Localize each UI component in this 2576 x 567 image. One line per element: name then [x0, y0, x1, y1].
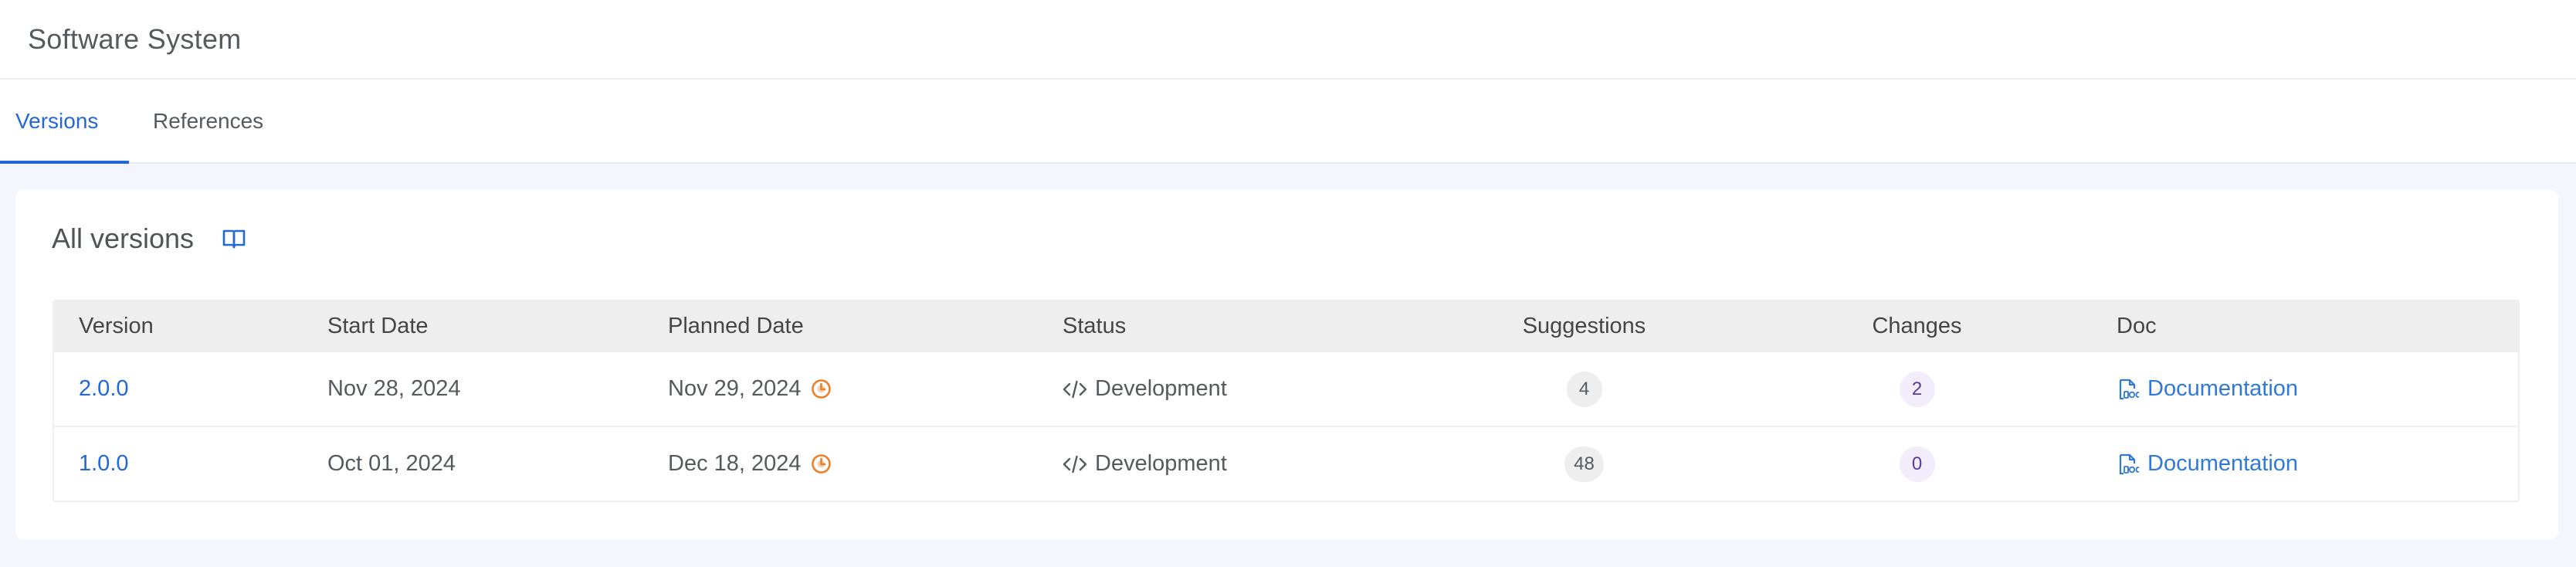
- column-header-planned-date[interactable]: Planned Date: [668, 314, 1063, 339]
- section-header: All versions: [52, 222, 246, 255]
- document-icon: [2117, 378, 2140, 401]
- table-row: 1.0.0 Oct 01, 2024 Dec 18, 2024 Developm…: [54, 426, 2518, 501]
- documentation-label: Documentation: [2147, 376, 2299, 401]
- version-link[interactable]: 1.0.0: [79, 451, 129, 477]
- code-icon: [1063, 379, 1087, 400]
- start-date-cell: Oct 01, 2024: [327, 451, 456, 476]
- table-row: 2.0.0 Nov 28, 2024 Nov 29, 2024 Developm…: [54, 351, 2518, 426]
- column-header-version[interactable]: Version: [54, 314, 327, 339]
- column-header-status[interactable]: Status: [1063, 314, 1451, 339]
- changes-badge[interactable]: 0: [1899, 446, 1935, 482]
- clock-alert-icon: [811, 379, 832, 399]
- status-label: Development: [1095, 376, 1227, 401]
- book-open-icon[interactable]: [222, 226, 246, 251]
- section-title: All versions: [52, 222, 195, 254]
- version-link[interactable]: 2.0.0: [79, 376, 129, 402]
- planned-date-cell: Nov 29, 2024: [668, 376, 1063, 402]
- tab-references[interactable]: References: [129, 80, 279, 162]
- page-header: Software System: [0, 0, 2576, 80]
- suggestions-badge[interactable]: 48: [1564, 446, 1604, 482]
- versions-panel: All versions Version Start Date Planned …: [15, 190, 2558, 539]
- planned-date-value: Dec 18, 2024: [668, 451, 802, 476]
- code-icon: [1063, 453, 1087, 475]
- tab-versions[interactable]: Versions: [0, 80, 129, 164]
- column-header-doc[interactable]: Doc: [2117, 314, 2518, 339]
- documentation-label: Documentation: [2147, 451, 2299, 476]
- status-cell: Development: [1063, 451, 1451, 477]
- column-header-suggestions[interactable]: Suggestions: [1451, 314, 1717, 339]
- column-header-changes[interactable]: Changes: [1717, 314, 2117, 339]
- documentation-link[interactable]: Documentation: [2117, 376, 2298, 402]
- table-header: Version Start Date Planned Date Status S…: [54, 301, 2518, 351]
- clock-alert-icon: [811, 453, 832, 474]
- column-header-start-date[interactable]: Start Date: [327, 314, 668, 339]
- document-icon: [2117, 453, 2140, 476]
- tab-bar: Versions References: [0, 80, 2576, 164]
- page-title: Software System: [28, 22, 242, 55]
- changes-badge[interactable]: 2: [1899, 371, 1935, 407]
- suggestions-badge[interactable]: 4: [1566, 371, 1602, 407]
- planned-date-cell: Dec 18, 2024: [668, 451, 1063, 477]
- start-date-cell: Nov 28, 2024: [327, 376, 461, 401]
- planned-date-value: Nov 29, 2024: [668, 376, 802, 401]
- documentation-link[interactable]: Documentation: [2117, 451, 2298, 477]
- versions-table: Version Start Date Planned Date Status S…: [53, 300, 2520, 502]
- status-cell: Development: [1063, 376, 1451, 402]
- status-label: Development: [1095, 451, 1227, 476]
